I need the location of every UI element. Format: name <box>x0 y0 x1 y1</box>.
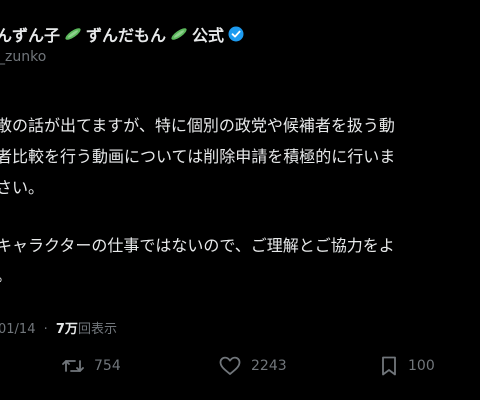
name-part-zunko: ずん子 <box>12 26 61 45</box>
tweet-line-3: さい。 <box>0 178 45 197</box>
name-part-official: 公式 <box>192 26 225 45</box>
tweet-line-6: 。 <box>0 262 12 286</box>
views-count: 7万 <box>55 322 78 337</box>
retweet-count: 754 <box>94 358 121 374</box>
tweet-line-1: 散の話が出てますが、特に個別の政党や候補者を扱う動 <box>0 116 395 135</box>
tweet-line-2: 者比較を行う動画については削除申請を積極的に行いま <box>0 147 396 166</box>
bookmark-icon <box>382 356 396 376</box>
heart-icon <box>219 356 241 375</box>
retweet-button[interactable]: 754 <box>62 356 121 376</box>
bookmark-count: 100 <box>408 358 435 374</box>
tweet-meta: 01/14 · 7万回表示 <box>0 318 117 337</box>
user-handle[interactable]: _zunko <box>0 49 46 65</box>
verified-badge-icon <box>228 26 244 42</box>
cucumber-emoji-icon <box>171 28 187 40</box>
retweet-icon <box>62 360 84 372</box>
cucumber-emoji-icon <box>65 28 81 40</box>
like-count: 2243 <box>251 358 287 374</box>
bookmark-button[interactable]: 100 <box>380 356 435 376</box>
meta-separator: · <box>43 322 48 337</box>
views-label: 回表示 <box>77 322 117 337</box>
tweet-date[interactable]: 01/14 <box>0 322 35 337</box>
like-button[interactable]: 2243 <box>219 356 287 376</box>
name-leading-glyph: ん <box>0 26 13 45</box>
tweet-line-5: キャラクターの仕事ではないので、ご理解とご協力をよ <box>0 236 395 255</box>
display-name[interactable]: ん ずん子 ずんだもん 公式 <box>0 22 244 46</box>
name-part-zundamon: ずんだもん <box>86 26 167 45</box>
